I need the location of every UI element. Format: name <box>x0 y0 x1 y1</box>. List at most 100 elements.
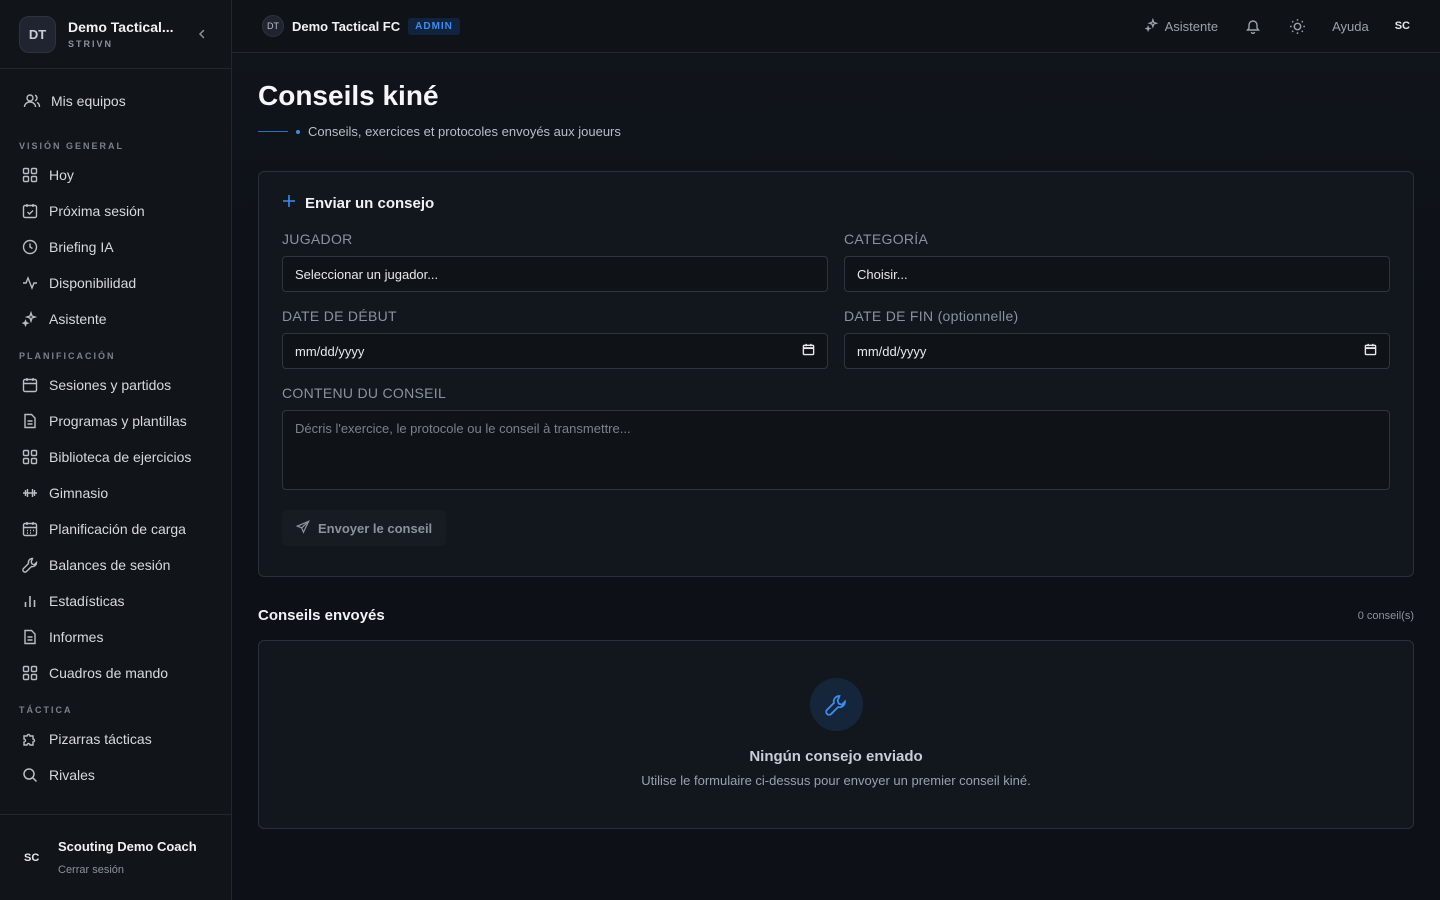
users-icon <box>23 92 41 110</box>
sidebar-item-planificacion-carga[interactable]: Planificación de carga <box>0 511 231 547</box>
logout-link[interactable]: Cerrar sesión <box>58 864 197 876</box>
sidebar-item-programas[interactable]: Programas y plantillas <box>0 403 231 439</box>
player-label: JUGADOR <box>282 231 353 247</box>
send-advice-button[interactable]: Envoyer le conseil <box>282 510 447 546</box>
club-name: Demo Tactical FC <box>292 18 401 34</box>
role-badge: ADMIN <box>408 17 460 35</box>
sidebar-item-label: Balances de sesión <box>49 557 171 573</box>
user-panel: SC Scouting Demo Coach Cerrar sesión <box>0 814 231 900</box>
assistant-button[interactable]: Asistente <box>1144 17 1219 35</box>
content-textarea[interactable]: Décris l'exercice, le protocole ou le co… <box>282 410 1390 490</box>
sidebar-item-label: Disponibilidad <box>49 275 137 291</box>
sidebar-item-label: Cuadros de mando <box>49 665 169 681</box>
sent-header: Conseils envoyés 0 conseil(s) <box>258 607 1414 624</box>
calendar-check-icon <box>21 202 39 220</box>
top-bar: DT Demo Tactical FC ADMIN Asistente Ayud… <box>232 0 1440 53</box>
sidebar-item-label: Sesiones y partidos <box>49 377 172 393</box>
end-date-value: mm/dd/yyyy <box>857 343 927 359</box>
sparkles-icon <box>21 310 39 328</box>
category-select[interactable]: Choisir... <box>844 256 1390 292</box>
sidebar-item-briefing-ia[interactable]: Briefing IA <box>0 229 231 265</box>
subtitle-text: Conseils, exercices et protocoles envoyé… <box>308 124 621 139</box>
sidebar-nav: Mis equipos VISIÓN GENERAL Hoy Próxima s… <box>0 69 231 793</box>
empty-state: Ningún consejo enviado Utilise le formul… <box>258 640 1414 829</box>
send-icon <box>295 519 310 537</box>
start-date-label: DATE DE DÉBUT <box>282 308 397 324</box>
content-placeholder: Décris l'exercice, le protocole ou le co… <box>295 421 631 436</box>
sidebar-item-estadisticas[interactable]: Estadísticas <box>0 583 231 619</box>
avatar: SC <box>24 851 40 864</box>
sparkles-icon <box>1144 17 1159 35</box>
form-heading: Enviar un consejo <box>282 194 1390 212</box>
sidebar-item-pizarras[interactable]: Pizarras tácticas <box>0 721 231 757</box>
help-link[interactable]: Ayuda <box>1332 19 1369 34</box>
content-label: CONTENU DU CONSEIL <box>282 385 447 401</box>
search-icon <box>21 766 39 784</box>
end-date-input[interactable]: mm/dd/yyyy <box>844 333 1390 369</box>
sun-icon[interactable] <box>1288 17 1306 35</box>
sidebar-item-label: Informes <box>49 629 104 645</box>
sidebar-item-label: Asistente <box>49 311 107 327</box>
grid-icon <box>21 448 39 466</box>
calendar-icon[interactable] <box>802 343 815 359</box>
sidebar-item-label: Gimnasio <box>49 485 109 501</box>
club-avatar: DT <box>262 15 284 37</box>
sidebar-item-sesiones[interactable]: Sesiones y partidos <box>0 367 231 403</box>
sidebar-item-label: Mis equipos <box>51 93 126 109</box>
calendar-icon[interactable] <box>1364 343 1377 359</box>
clock-icon <box>21 238 39 256</box>
sidebar-item-informes[interactable]: Informes <box>0 619 231 655</box>
sidebar-item-rivales[interactable]: Rivales <box>0 757 231 793</box>
wrench-icon <box>809 678 863 731</box>
user-menu[interactable]: SC <box>1395 20 1410 32</box>
sent-count: 0 conseil(s) <box>1357 609 1414 622</box>
sidebar-item-label: Biblioteca de ejercicios <box>49 449 192 465</box>
sidebar-item-mis-equipos[interactable]: Mis equipos <box>0 83 231 119</box>
bell-icon[interactable] <box>1244 17 1262 35</box>
player-select[interactable]: Seleccionar un jugador... <box>282 256 828 292</box>
sidebar-item-label: Pizarras tácticas <box>49 731 152 747</box>
calendar-grid-icon <box>21 520 39 538</box>
sidebar: DT Demo Tactical... STRIVN Mis equipos V… <box>0 0 232 900</box>
sent-title: Conseils envoyés <box>258 607 385 624</box>
empty-title: Ningún consejo enviado <box>749 748 923 765</box>
dumbbell-icon <box>21 484 39 502</box>
sidebar-item-biblioteca[interactable]: Biblioteca de ejercicios <box>0 439 231 475</box>
sidebar-item-balances[interactable]: Balances de sesión <box>0 547 231 583</box>
page-title: Conseils kiné <box>258 80 439 111</box>
sidebar-item-label: Rivales <box>49 767 95 783</box>
chevron-left-icon[interactable] <box>192 24 212 44</box>
brand-name: Demo Tactical... <box>68 19 174 35</box>
player-select-value: Seleccionar un jugador... <box>295 266 439 282</box>
grid-icon <box>21 166 39 184</box>
sidebar-item-cuadros[interactable]: Cuadros de mando <box>0 655 231 691</box>
sidebar-item-label: Próxima sesión <box>49 203 145 219</box>
start-date-input[interactable]: mm/dd/yyyy <box>282 333 828 369</box>
send-advice-label: Envoyer le conseil <box>318 520 433 536</box>
sidebar-item-label: Estadísticas <box>49 593 125 609</box>
sidebar-item-gimnasio[interactable]: Gimnasio <box>0 475 231 511</box>
end-date-label: DATE DE FIN (optionnelle) <box>844 308 1019 324</box>
start-date-value: mm/dd/yyyy <box>295 343 365 359</box>
sidebar-item-proxima-sesion[interactable]: Próxima sesión <box>0 193 231 229</box>
brand-header[interactable]: DT Demo Tactical... STRIVN <box>0 0 231 69</box>
file-icon <box>21 412 39 430</box>
bar-chart-icon <box>21 592 39 610</box>
plus-icon <box>282 194 296 212</box>
puzzle-icon <box>21 730 39 748</box>
subtitle-line <box>258 131 288 132</box>
wrench-icon <box>21 556 39 574</box>
sidebar-item-disponibilidad[interactable]: Disponibilidad <box>0 265 231 301</box>
main-content: Conseils kiné Conseils, exercices et pro… <box>232 53 1440 900</box>
sidebar-item-label: Briefing IA <box>49 239 114 255</box>
assistant-label: Asistente <box>1164 18 1219 34</box>
page-subtitle: Conseils, exercices et protocoles envoyé… <box>258 124 1414 139</box>
sidebar-item-label: Planificación de carga <box>49 521 186 537</box>
nav-section-title: VISIÓN GENERAL <box>19 141 125 151</box>
category-label: CATEGORÍA <box>844 231 929 247</box>
sidebar-item-asistente[interactable]: Asistente <box>0 301 231 337</box>
brand-avatar: DT <box>19 15 56 53</box>
sidebar-item-hoy[interactable]: Hoy <box>0 157 231 193</box>
form-heading-text: Enviar un consejo <box>305 194 435 212</box>
subtitle-dot <box>296 129 300 134</box>
